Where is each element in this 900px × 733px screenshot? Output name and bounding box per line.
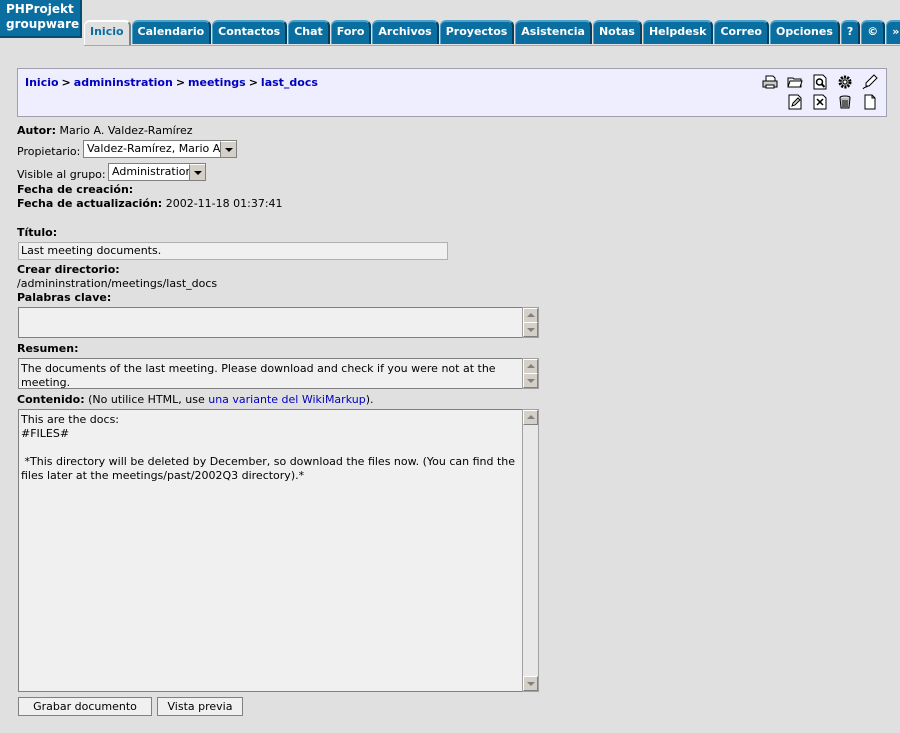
tab-proyectos[interactable]: Proyectos xyxy=(439,20,515,44)
tab-underline xyxy=(84,45,900,46)
scroll-up-icon[interactable] xyxy=(523,359,538,374)
main-nav-tabs: Inicio Calendario Contactos Chat Foro Archivo… xyxy=(84,20,900,46)
fecha-creacion-row: Fecha de creación: xyxy=(17,183,133,196)
logo-line1: PHProjekt xyxy=(6,2,74,16)
tab-asistencia[interactable]: Asistencia xyxy=(515,20,592,44)
tab-chat[interactable]: Chat xyxy=(288,20,330,44)
resumen-textarea[interactable]: The documents of the last meeting. Pleas… xyxy=(18,358,522,389)
chevron-down-icon[interactable] xyxy=(189,164,205,180)
breadcrumb-meetings[interactable]: meetings xyxy=(188,76,246,89)
palabras-clave-label: Palabras clave: xyxy=(17,291,112,304)
tab-contactos[interactable]: Contactos xyxy=(212,20,288,44)
tab-copyright[interactable]: © xyxy=(861,20,886,44)
contenido-scrollbar[interactable] xyxy=(522,409,539,692)
search-icon[interactable] xyxy=(812,74,828,90)
save-document-button[interactable]: Grabar documento xyxy=(18,697,152,716)
propietario-label: Propietario: xyxy=(17,145,81,158)
tab-inicio[interactable]: Inicio xyxy=(84,20,131,46)
contenido-note-pre: (No utilice HTML, use xyxy=(88,393,209,406)
visible-grupo-select[interactable]: Administration xyxy=(108,163,206,181)
tab-help[interactable]: ? xyxy=(840,20,861,44)
open-folder-icon[interactable] xyxy=(787,74,803,90)
tab-helpdesk[interactable]: Helpdesk xyxy=(642,20,714,44)
attach-icon[interactable] xyxy=(812,94,828,110)
fecha-actualizacion-row: Fecha de actualización: 2002-11-18 01:37… xyxy=(17,197,283,210)
breadcrumb-separator: > xyxy=(175,76,186,89)
fecha-actualizacion-label: Fecha de actualización: xyxy=(17,197,163,210)
crear-directorio-label: Crear directorio: xyxy=(17,263,120,276)
resumen-label: Resumen: xyxy=(17,342,79,355)
breadcrumb-separator: > xyxy=(61,76,71,89)
contenido-textarea[interactable]: This are the docs: #FILES# *This directo… xyxy=(18,409,522,692)
breadcrumb-last-docs[interactable]: last_docs xyxy=(261,76,318,89)
scroll-down-icon[interactable] xyxy=(523,676,538,691)
edit-document-icon[interactable] xyxy=(787,94,803,110)
palabras-clave-scrollbar[interactable] xyxy=(522,307,539,338)
visible-grupo-label: Visible al grupo: xyxy=(17,168,106,181)
tab-opciones[interactable]: Opciones xyxy=(769,20,840,44)
fecha-actualizacion-value: 2002-11-18 01:37:41 xyxy=(165,197,283,210)
chevron-down-icon[interactable] xyxy=(220,141,236,157)
breadcrumb-separator: > xyxy=(248,76,258,89)
propietario-select[interactable]: Valdez-Ramírez, Mario A. xyxy=(83,140,237,158)
titulo-label: Título: xyxy=(17,226,58,239)
scroll-down-icon[interactable] xyxy=(523,373,538,388)
edit-pen-icon[interactable] xyxy=(862,74,878,90)
palabras-clave-textarea[interactable] xyxy=(18,307,522,338)
breadcrumb: Inicio > admininstration > meetings > last_doc… xyxy=(25,76,318,89)
contenido-note-post: ). xyxy=(365,393,374,406)
tab-foro[interactable]: Foro xyxy=(330,20,372,44)
wikimarkup-link[interactable]: una variante del WikiMarkup xyxy=(208,393,365,406)
fecha-creacion-label: Fecha de creación: xyxy=(17,183,134,196)
propietario-selected: Valdez-Ramírez, Mario A. xyxy=(87,142,224,155)
tab-more[interactable]: » xyxy=(886,20,900,44)
scroll-down-icon[interactable] xyxy=(523,322,538,337)
breadcrumb-inicio[interactable]: Inicio xyxy=(25,76,59,89)
app-logo: PHProjekt groupware xyxy=(0,0,82,38)
settings-gear-icon[interactable] xyxy=(837,74,853,90)
tab-correo[interactable]: Correo xyxy=(714,20,769,44)
breadcrumb-admininstration[interactable]: admininstration xyxy=(74,76,173,89)
scroll-up-icon[interactable] xyxy=(523,308,538,323)
visible-grupo-selected: Administration xyxy=(112,165,193,178)
titulo-input[interactable]: Last meeting documents. xyxy=(18,242,448,260)
toolbar-row-1 xyxy=(753,74,878,90)
new-document-icon[interactable] xyxy=(862,94,878,110)
logo-line2: groupware xyxy=(6,17,80,31)
print-icon[interactable] xyxy=(762,74,778,90)
tab-calendario[interactable]: Calendario xyxy=(131,20,212,44)
breadcrumb-panel: Inicio > admininstration > meetings > last_doc… xyxy=(17,68,887,117)
toolbar-row-2 xyxy=(778,94,878,110)
autor-label: Autor: xyxy=(17,124,56,137)
contenido-label: Contenido: xyxy=(17,393,85,406)
tab-notas[interactable]: Notas xyxy=(592,20,642,44)
scroll-up-icon[interactable] xyxy=(523,410,538,425)
autor-value: Mario A. Valdez-Ramírez xyxy=(59,124,193,137)
contenido-row: Contenido: (No utilice HTML, use una var… xyxy=(17,393,373,406)
resumen-scrollbar[interactable] xyxy=(522,358,539,389)
trash-icon[interactable] xyxy=(837,94,853,110)
autor-row: Autor: Mario A. Valdez-Ramírez xyxy=(17,124,193,137)
crear-directorio-value: /admininstration/meetings/last_docs xyxy=(17,277,218,290)
tab-archivos[interactable]: Archivos xyxy=(372,20,439,44)
preview-button[interactable]: Vista previa xyxy=(157,697,243,716)
